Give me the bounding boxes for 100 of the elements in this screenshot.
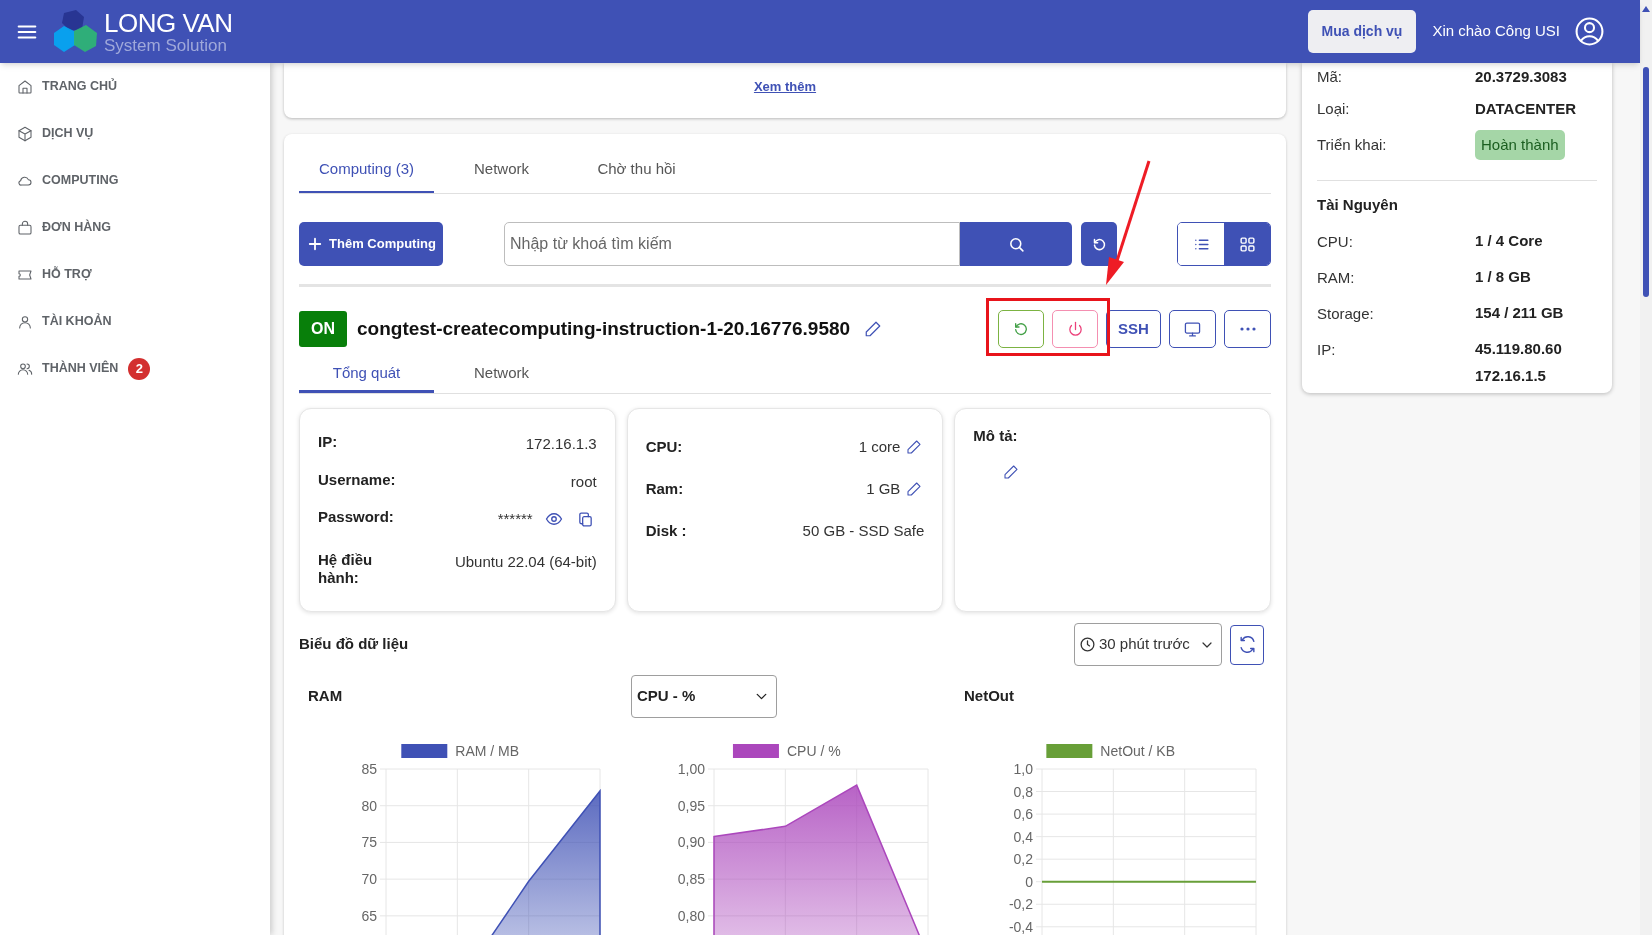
restart-icon — [1013, 321, 1029, 337]
legend-label[interactable]: RAM / MB — [455, 743, 520, 759]
pencil-icon — [864, 320, 883, 338]
see-more-link[interactable]: Xem thêm — [753, 76, 817, 97]
field-value: 1 / 4 Core — [1475, 231, 1543, 250]
scrollbar-thumb[interactable] — [1643, 67, 1649, 297]
field-value: 20.3729.3083 — [1475, 66, 1567, 87]
axis-tick-label: 0,2 — [1013, 851, 1033, 868]
brand-subtitle: System Solution — [104, 36, 228, 54]
sidebar-item[interactable]: THÀNH VIÊN 2 — [0, 345, 270, 392]
field-value: 45.119.80.60 — [1475, 339, 1562, 358]
pencil-icon — [906, 481, 923, 497]
field-value: root — [570, 471, 597, 492]
grid-icon — [1238, 235, 1256, 253]
field-value: 1 GB — [866, 478, 901, 499]
pencil-icon — [1003, 463, 1020, 480]
axis-tick-label: 0,95 — [677, 797, 705, 814]
field-label: Mã: — [1317, 66, 1343, 87]
sidebar-item[interactable]: ĐƠN HÀNG — [0, 204, 270, 251]
console-button[interactable] — [1169, 310, 1216, 348]
section-title: Tài Nguyên — [1317, 194, 1398, 215]
field-value: 172.16.1.3 — [525, 434, 597, 454]
search-field[interactable]: Nhập từ khoá tìm kiếm — [504, 222, 960, 266]
reset-icon — [1091, 236, 1107, 252]
sidebar-item[interactable]: TÀI KHOẢN — [0, 298, 270, 345]
field-label: Ram: — [645, 478, 684, 499]
chart-title: NetOut — [964, 686, 1014, 707]
section-title: Biểu đồ dữ liệu — [299, 634, 409, 655]
scrollbar[interactable] — [1640, 0, 1652, 935]
axis-tick-label: 1,00 — [677, 761, 705, 777]
legend-label[interactable]: CPU / % — [786, 743, 841, 759]
field-value: 1 core — [858, 436, 901, 457]
field-value: Ubuntu 22.04 (64-bit) — [454, 552, 597, 572]
power-icon — [1066, 320, 1084, 338]
axis-tick-label: 0,80 — [677, 907, 705, 924]
ssh-button[interactable]: SSH — [1106, 310, 1161, 348]
axis-tick-label: 1,0 — [1013, 761, 1033, 777]
tab[interactable]: Network — [434, 147, 570, 193]
users-icon — [17, 360, 33, 377]
legend-swatch[interactable] — [401, 744, 448, 758]
account-button[interactable] — [1574, 16, 1605, 47]
sidebar-item[interactable]: HỖ TRỢ — [0, 251, 270, 298]
axis-tick-label: 70 — [361, 871, 377, 888]
axis-tick-label: 85 — [361, 761, 377, 777]
field-value: DATACENTER — [1475, 98, 1577, 119]
brand-title: LONG VAN — [104, 9, 233, 36]
user-icon — [17, 313, 33, 330]
field-value: 172.16.1.5 — [1475, 366, 1547, 385]
monitor-icon — [1184, 320, 1201, 338]
axis-tick-label: 0,85 — [677, 871, 705, 888]
refresh-button[interactable] — [1230, 624, 1264, 665]
pencil-icon — [906, 439, 923, 455]
field-label: IP: — [318, 433, 339, 451]
field-label: Storage: — [1317, 304, 1375, 324]
field-value: 1 / 8 GB — [1475, 267, 1531, 286]
copy-icon — [576, 510, 594, 528]
more-button[interactable] — [1224, 310, 1271, 348]
tab[interactable]: Chờ thu hồi — [569, 147, 705, 193]
scroll-up-arrow[interactable] — [1642, 6, 1650, 12]
field-label: Mô tả: — [973, 426, 1018, 446]
field-label: Password: — [318, 508, 393, 526]
field-value: 154 / 211 GB — [1475, 303, 1564, 322]
view-toggle[interactable] — [1224, 223, 1270, 265]
sidebar-item[interactable]: TRANG CHỦ — [0, 63, 270, 110]
axis-tick-label: 0,8 — [1013, 783, 1033, 800]
field-label: Disk : — [645, 520, 687, 541]
field-label: IP: — [1317, 340, 1337, 360]
legend-label[interactable]: NetOut / KB — [1100, 743, 1176, 759]
field-value: ****** — [497, 509, 533, 529]
status-badge: ON — [299, 311, 347, 347]
home-icon — [17, 78, 33, 95]
avatar-icon — [1574, 16, 1605, 47]
field-value: 50 GB - SSD Safe — [802, 520, 925, 541]
field-label: Triển khai: — [1317, 134, 1388, 155]
refresh-icon — [1237, 635, 1257, 654]
tab[interactable]: Tổng quát — [299, 356, 434, 393]
axis-tick-label: 80 — [361, 797, 377, 814]
legend-swatch[interactable] — [1046, 744, 1093, 758]
field-label: CPU: — [1317, 232, 1354, 252]
axis-tick-label: 75 — [361, 834, 377, 851]
greeting-text: Xin chào Công USI — [1432, 21, 1560, 42]
time-range-select[interactable]: 30 phút trước — [1074, 623, 1222, 666]
axis-tick-label: 0,4 — [1013, 828, 1033, 845]
axis-tick-label: 0 — [1025, 873, 1033, 890]
tab[interactable]: Network — [434, 356, 569, 393]
buy-service-button[interactable]: Mua dịch vụ — [1307, 10, 1417, 53]
server-name: congtest-createcomputing-instruction-1-20.16776.9580 — [357, 316, 851, 341]
sidebar-item[interactable]: COMPUTING — [0, 157, 270, 204]
sidebar-item[interactable]: DỊCH VỤ — [0, 110, 270, 157]
clock-icon — [1079, 636, 1096, 653]
axis-tick-label: 0,90 — [677, 834, 705, 851]
tab[interactable]: Computing (3) — [299, 147, 435, 193]
axis-tick-label: -0,2 — [1008, 896, 1033, 913]
legend-swatch[interactable] — [732, 744, 779, 758]
axis-tick-label: -0,4 — [1008, 918, 1033, 935]
reset-button[interactable] — [1081, 222, 1117, 266]
metric-select[interactable]: CPU - % — [631, 675, 777, 718]
add-computing-button[interactable]: Thêm Computing — [299, 222, 443, 266]
restart-button[interactable] — [998, 310, 1044, 348]
field-label: Username: — [318, 470, 393, 489]
